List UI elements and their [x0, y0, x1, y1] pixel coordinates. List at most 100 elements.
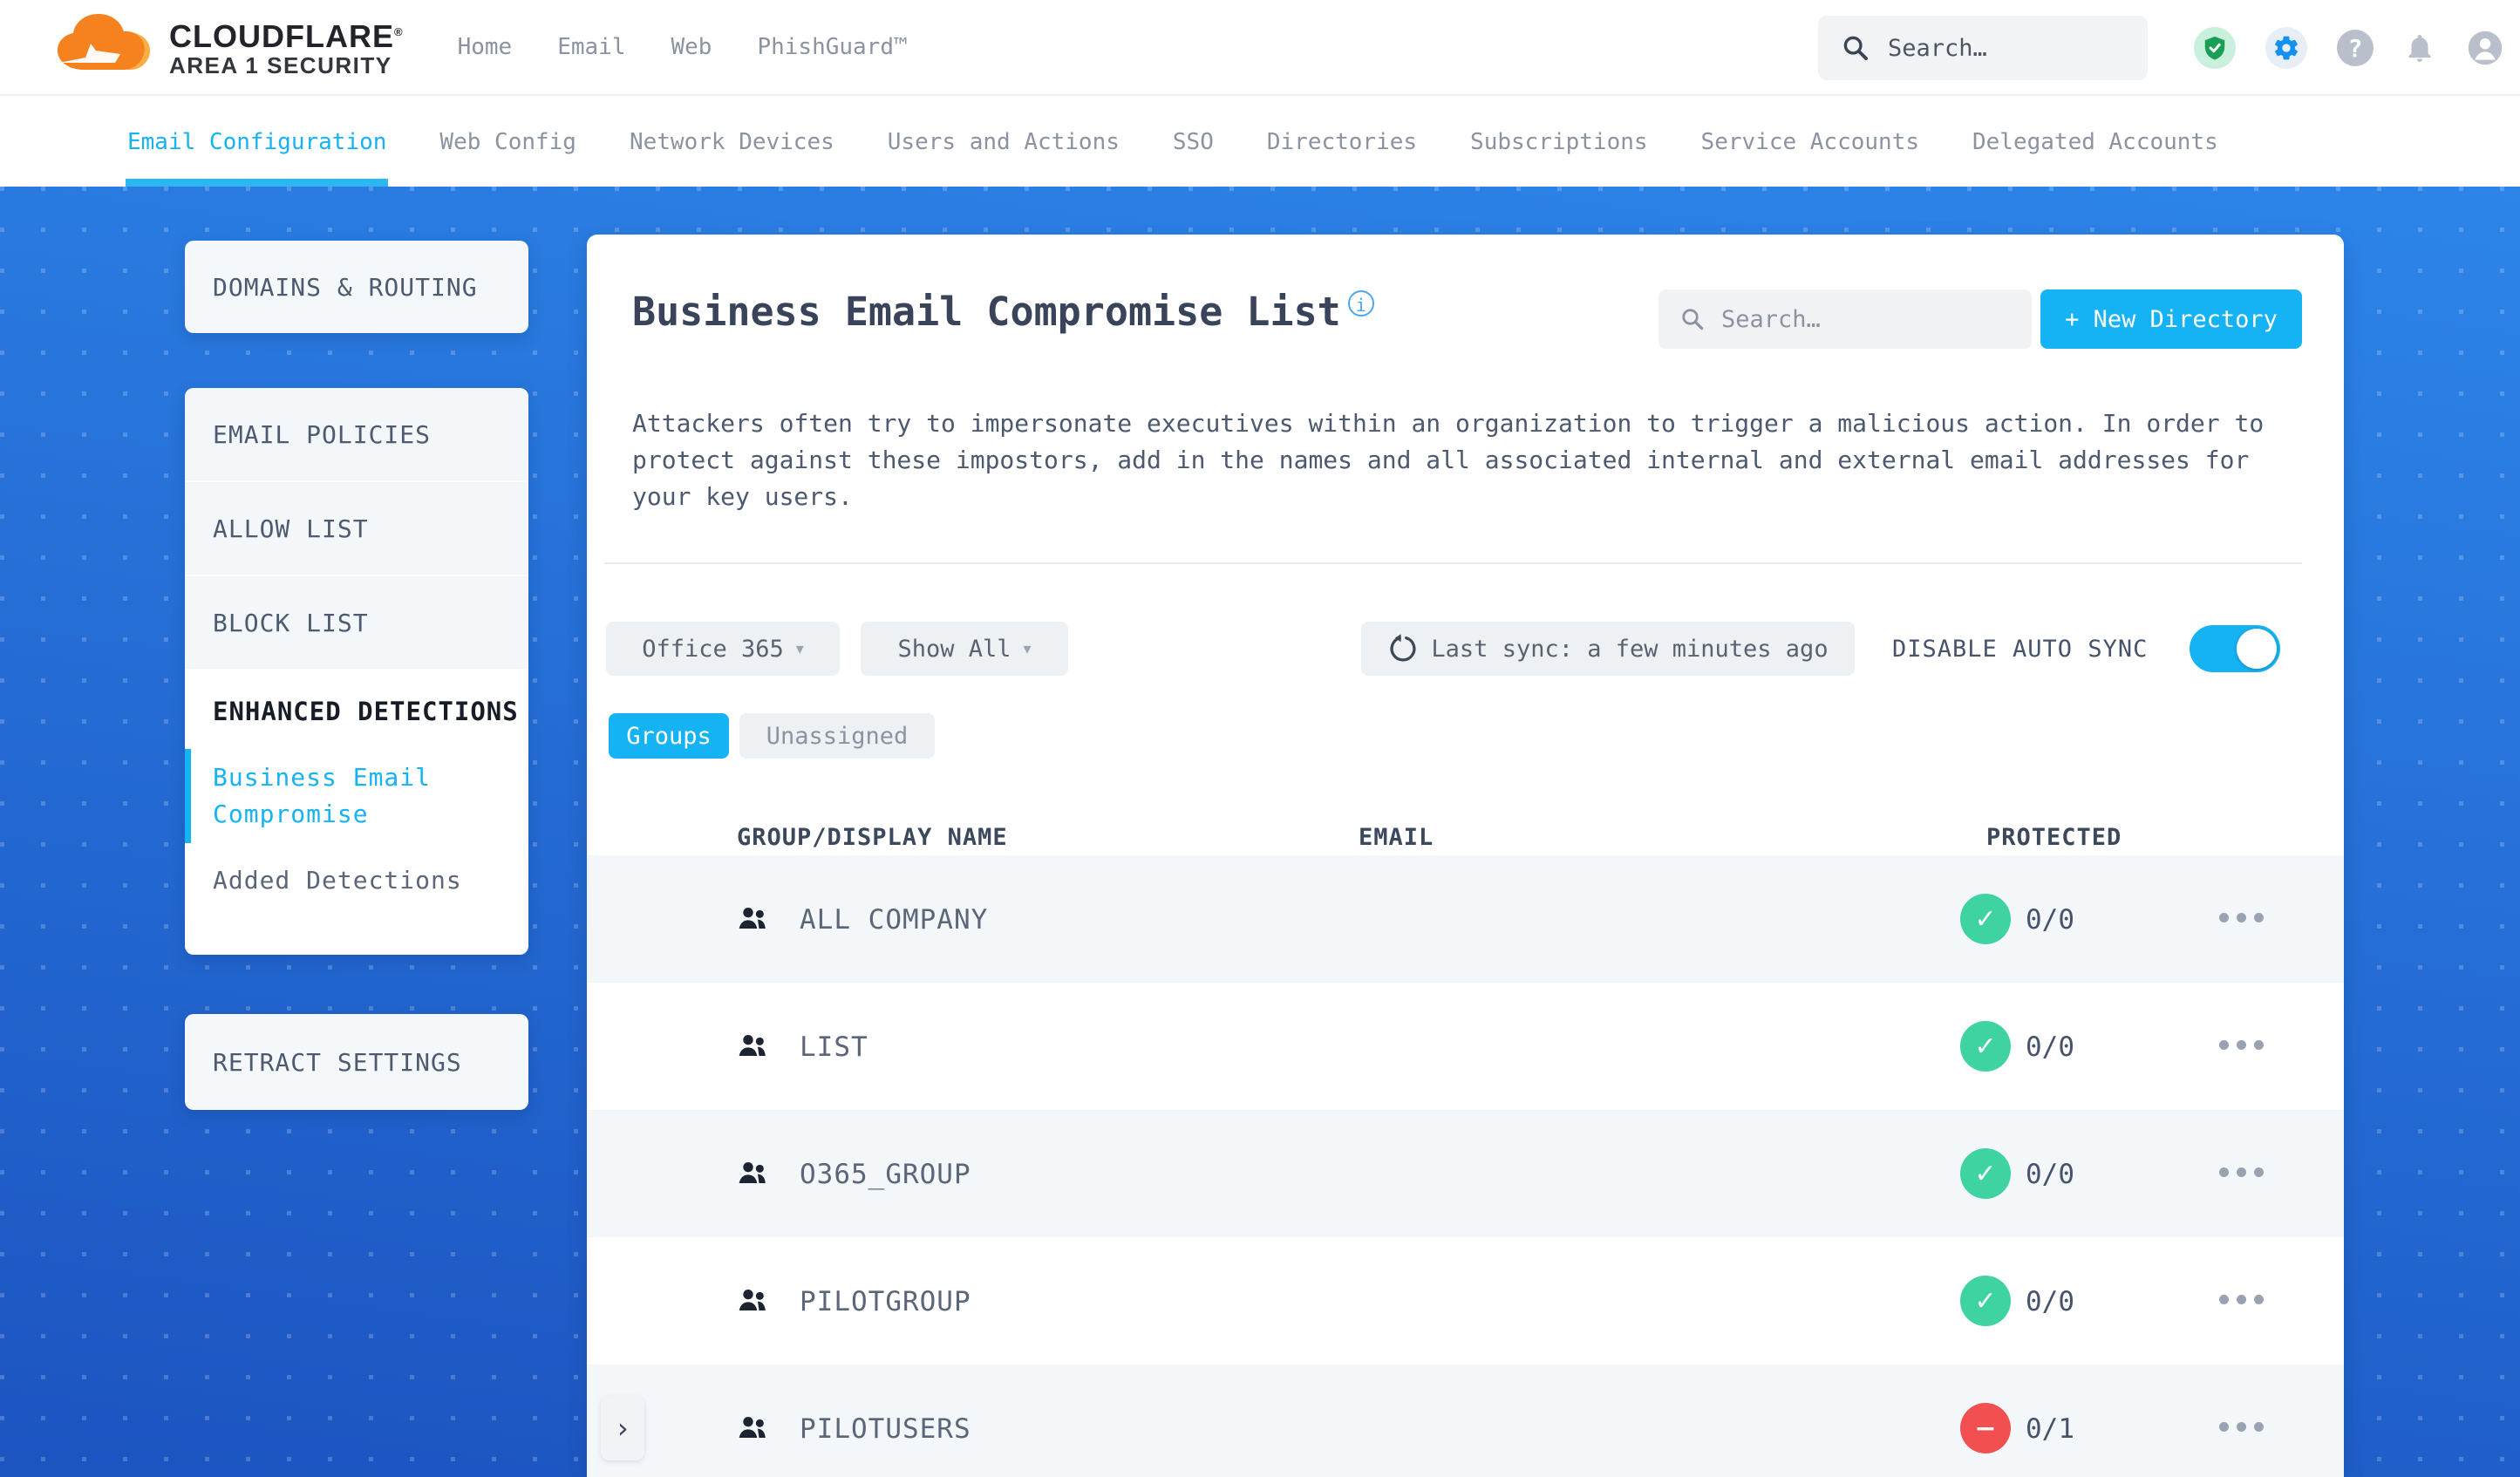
top-nav-home[interactable]: Home [458, 34, 513, 60]
sidebar-item-enhanced-detections[interactable]: ENHANCED DETECTIONS [213, 693, 528, 730]
protected-count: 0/0 [2026, 904, 2074, 936]
group-people-icon [739, 1417, 766, 1438]
row-name: O365_GROUP [800, 1159, 971, 1190]
protected-count: 0/0 [2026, 1286, 2074, 1317]
sidebar-item-email-policies[interactable]: EMAIL POLICIES [185, 388, 528, 482]
content-area: DOMAINS & ROUTING EMAIL POLICIES ALLOW L… [0, 187, 2520, 1477]
tab-subscriptions[interactable]: Subscriptions [1470, 98, 1648, 187]
show-filter-value: Show All [897, 635, 1011, 663]
group-people-icon [739, 1290, 766, 1310]
top-bar: CLOUDFLARE® AREA 1 SECURITY Home Email W… [0, 0, 2520, 96]
tab-users-and-actions[interactable]: Users and Actions [888, 98, 1120, 187]
last-sync-button[interactable]: Last sync: a few minutes ago [1361, 622, 1855, 676]
table-row[interactable]: › LIST ✓ 0/0 [587, 983, 2344, 1110]
list-search-placeholder: Search… [1721, 305, 1821, 333]
help-button[interactable]: ? [2337, 30, 2374, 66]
account-button[interactable] [2466, 29, 2504, 67]
protected-count: 0/0 [2026, 1031, 2074, 1063]
toggle-knob [2237, 629, 2277, 669]
row-actions-menu-button[interactable] [2219, 1040, 2264, 1050]
table-body: › ALL COMPANY ✓ 0/0 › LIST ✓ 0/0 › [587, 855, 2344, 1477]
column-header-email: EMAIL [1359, 824, 1434, 851]
sidebar-domains-label: DOMAINS & ROUTING [213, 272, 478, 302]
row-name: ALL COMPANY [800, 904, 989, 936]
tab-unassigned[interactable]: Unassigned [739, 713, 935, 759]
top-nav: Home Email Web PhishGuard™ [458, 34, 908, 60]
email-policies-label: EMAIL POLICIES [213, 419, 432, 449]
page-title: Business Email Compromise List i [632, 289, 1374, 335]
main-panel: Business Email Compromise List i Search… … [587, 235, 2344, 1477]
column-header-protected: PROTECTED [1986, 824, 2122, 851]
brand-subtitle: AREA 1 SECURITY [169, 51, 392, 78]
user-avatar-icon [2468, 31, 2503, 65]
directory-select-value: Office 365 [642, 635, 784, 663]
top-nav-web[interactable]: Web [671, 34, 712, 60]
info-icon[interactable]: i [1347, 290, 1374, 316]
top-nav-email[interactable]: Email [557, 34, 625, 60]
auto-sync-toggle[interactable] [2190, 625, 2280, 672]
group-people-icon [739, 1162, 766, 1183]
sidebar-item-added-detections[interactable]: Added Detections [213, 862, 528, 899]
chevron-down-icon: ▾ [795, 639, 804, 658]
global-search-placeholder: Search… [1888, 34, 1987, 62]
search-icon [1843, 36, 1869, 61]
notifications-button[interactable] [2403, 31, 2436, 65]
tab-directories[interactable]: Directories [1267, 98, 1417, 187]
sidebar-item-block-list[interactable]: BLOCK LIST [185, 576, 528, 670]
show-filter-select[interactable]: Show All ▾ [861, 622, 1068, 676]
directory-select[interactable]: Office 365 ▾ [606, 622, 840, 676]
new-directory-button[interactable]: + New Directory [2040, 289, 2302, 349]
tab-web-config[interactable]: Web Config [439, 98, 576, 187]
table-row[interactable]: › ALL COMPANY ✓ 0/0 [587, 855, 2344, 983]
table-row[interactable]: › O365_GROUP ✓ 0/0 [587, 1110, 2344, 1237]
protected-status-icon: ✓ [1960, 1148, 2011, 1199]
row-actions-menu-button[interactable] [2219, 1422, 2264, 1432]
page-description: Attackers often try to impersonate execu… [632, 409, 2265, 511]
global-search-input[interactable]: Search… [1818, 16, 2148, 80]
row-name: PILOTGROUP [800, 1286, 971, 1317]
bell-icon [2408, 34, 2431, 62]
row-actions-menu-button[interactable] [2219, 913, 2264, 922]
protected-status-icon: ✓ [1960, 1276, 2011, 1326]
tab-delegated-accounts[interactable]: Delegated Accounts [1972, 98, 2218, 187]
sidebar-policies-card: EMAIL POLICIES ALLOW LIST BLOCK LIST ENH… [185, 388, 528, 955]
table-row[interactable]: › PILOTGROUP ✓ 0/0 [587, 1237, 2344, 1365]
search-icon [1682, 309, 1704, 330]
protected-status-icon: − [1960, 1403, 2011, 1453]
retract-settings-label: RETRACT SETTINGS [213, 1047, 462, 1077]
tab-sso[interactable]: SSO [1173, 98, 1214, 187]
settings-button[interactable] [2265, 27, 2307, 69]
shield-check-icon [2204, 36, 2225, 60]
section-divider [604, 562, 2302, 564]
sidebar-item-domains-routing[interactable]: DOMAINS & ROUTING [185, 241, 528, 333]
secondary-nav: Email Configuration Web Config Network D… [0, 98, 2520, 187]
sidebar-item-allow-list[interactable]: ALLOW LIST [185, 482, 528, 576]
protected-count: 0/0 [2026, 1159, 2074, 1190]
question-icon: ? [2347, 33, 2363, 63]
tab-service-accounts[interactable]: Service Accounts [1701, 98, 1919, 187]
tab-network-devices[interactable]: Network Devices [630, 98, 834, 187]
top-nav-phishguard[interactable]: PhishGuard™ [757, 34, 907, 60]
row-actions-menu-button[interactable] [2219, 1295, 2264, 1304]
top-icon-cluster: ? [2194, 0, 2504, 96]
sidebar-item-business-email-compromise[interactable]: Business Email Compromise [185, 749, 528, 843]
table-row[interactable]: › PILOTUSERS − 0/1 [587, 1365, 2344, 1477]
auto-sync-label: DISABLE AUTO SYNC [1892, 635, 2149, 663]
sidebar-item-retract-settings[interactable]: RETRACT SETTINGS [185, 1014, 528, 1110]
row-actions-menu-button[interactable] [2219, 1167, 2264, 1177]
refresh-icon [1390, 634, 1416, 662]
list-search-input[interactable]: Search… [1658, 289, 2032, 349]
gear-icon [2275, 36, 2298, 60]
allow-list-label: ALLOW LIST [213, 514, 369, 543]
tab-groups[interactable]: Groups [609, 713, 729, 759]
protected-status-icon: ✓ [1960, 1021, 2011, 1072]
tab-email-configuration[interactable]: Email Configuration [125, 98, 389, 187]
security-status-button[interactable] [2194, 27, 2236, 69]
chevron-down-icon: ▾ [1023, 639, 1032, 658]
cloudflare-logo[interactable]: CLOUDFLARE® AREA 1 SECURITY [51, 12, 404, 82]
cloudflare-cloud-icon [58, 14, 150, 70]
column-header-group-display-name: GROUP/DISPLAY NAME [737, 824, 1008, 851]
row-name: LIST [800, 1031, 868, 1063]
expand-row-button[interactable]: › [601, 1396, 644, 1460]
last-sync-label: Last sync: a few minutes ago [1431, 635, 1829, 663]
